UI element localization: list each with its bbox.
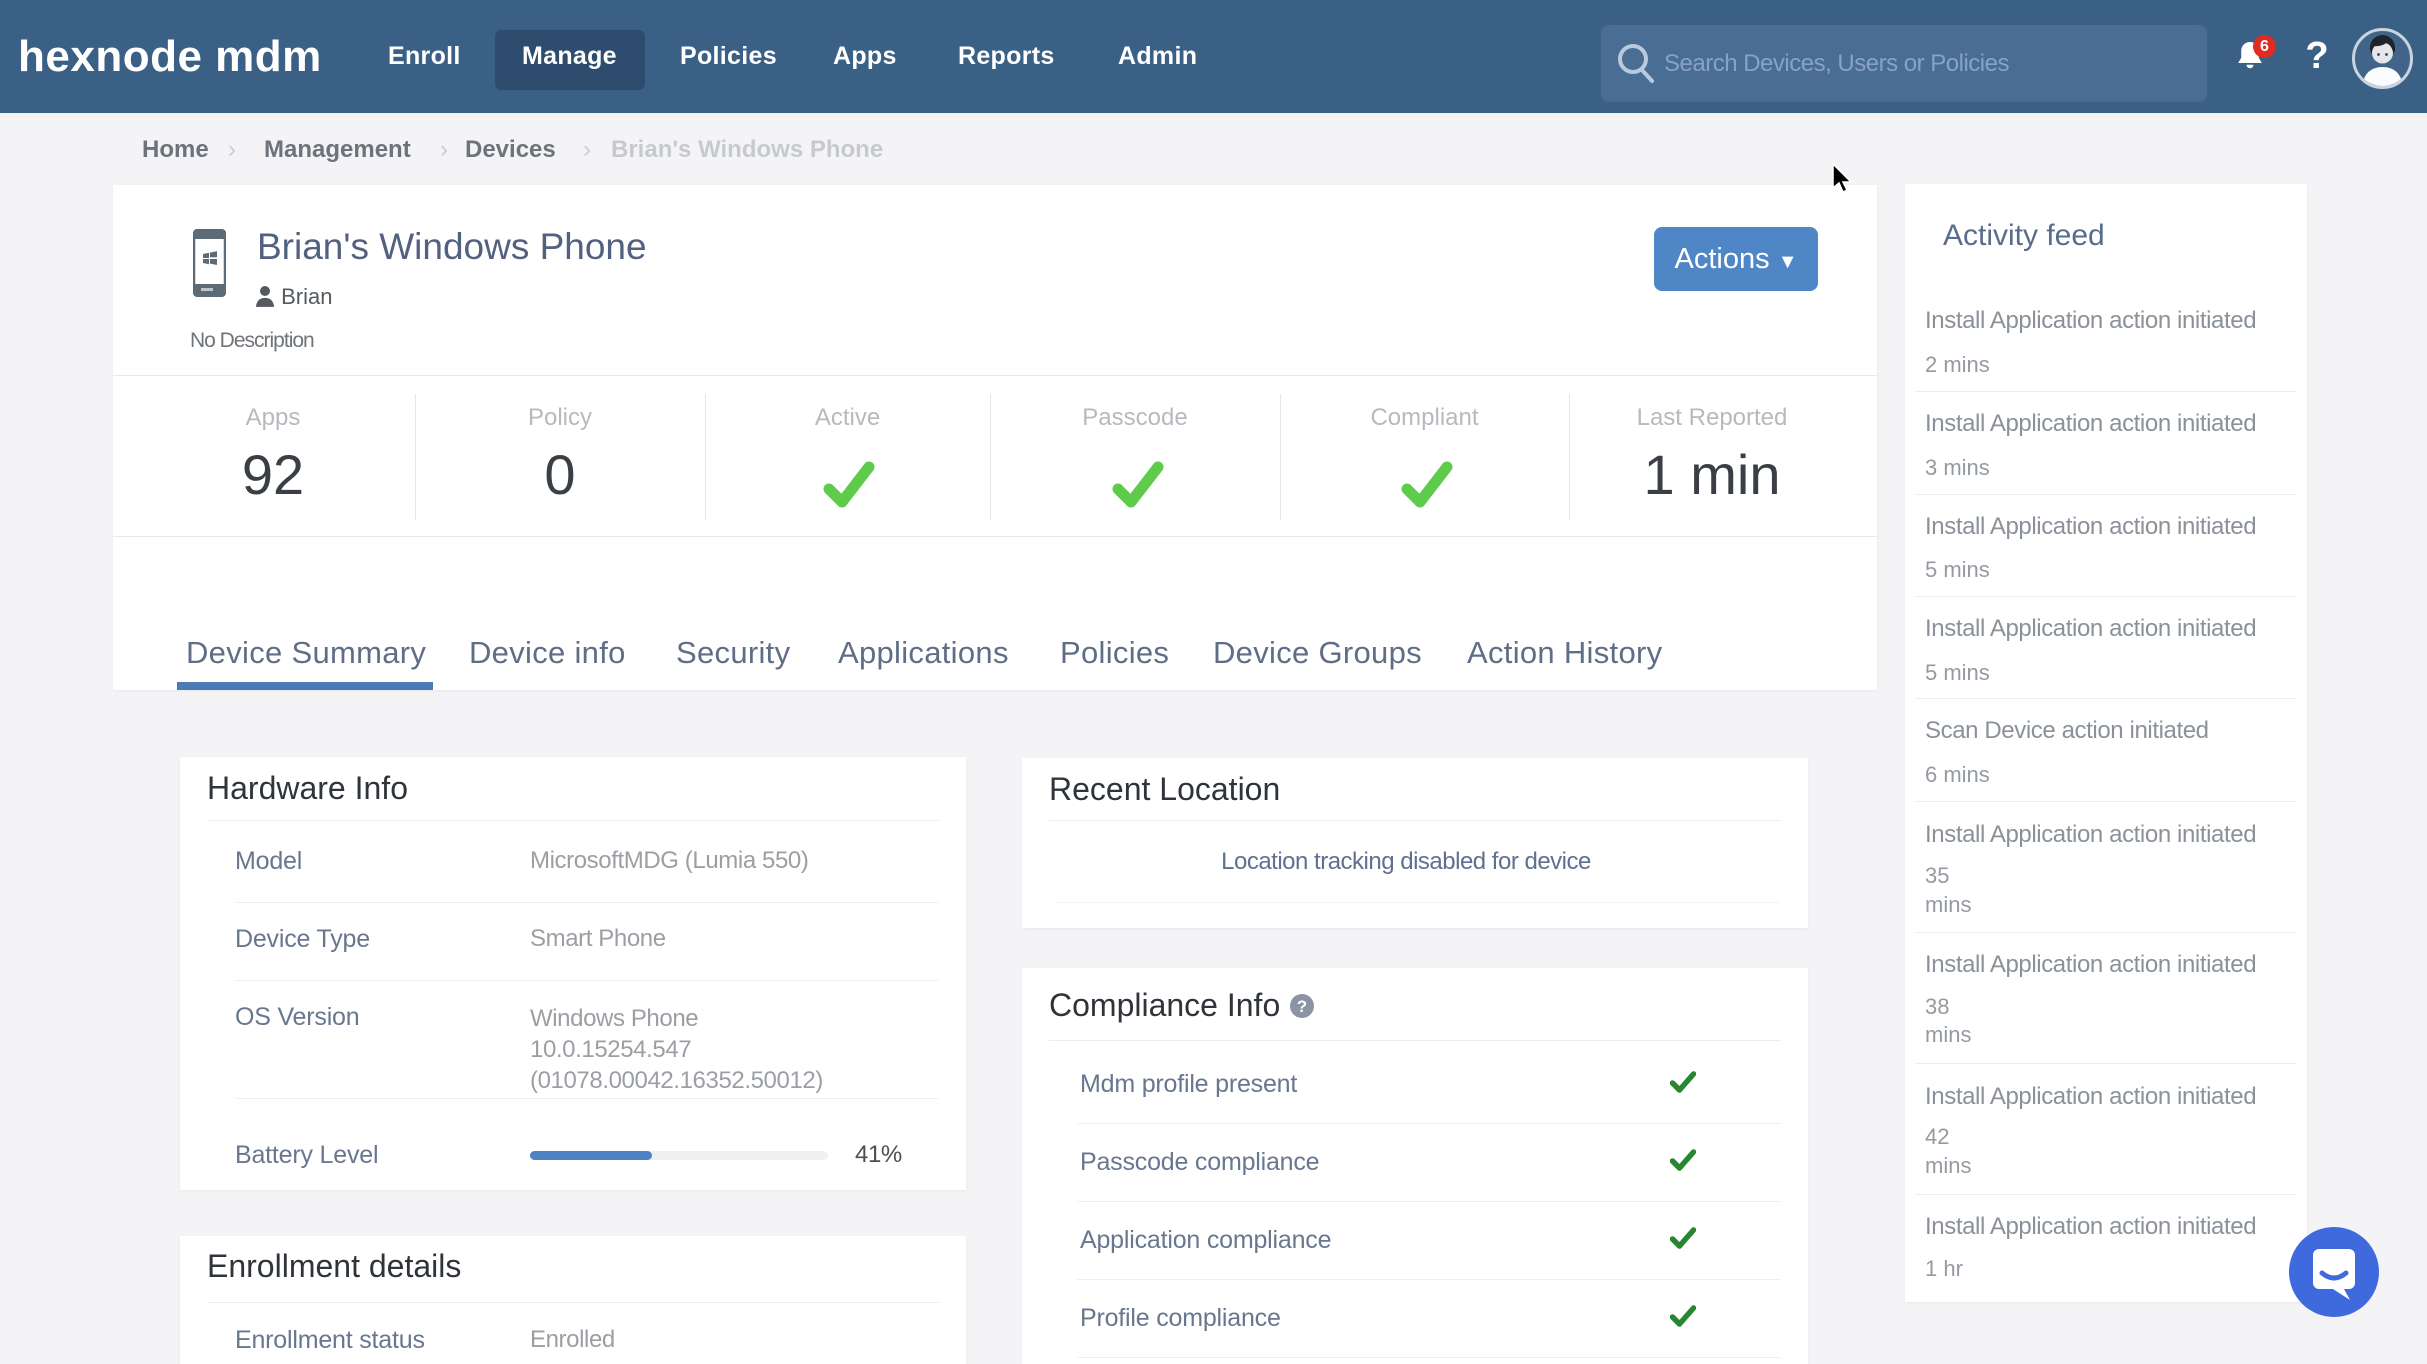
svg-text:?: ? bbox=[1297, 997, 1307, 1016]
